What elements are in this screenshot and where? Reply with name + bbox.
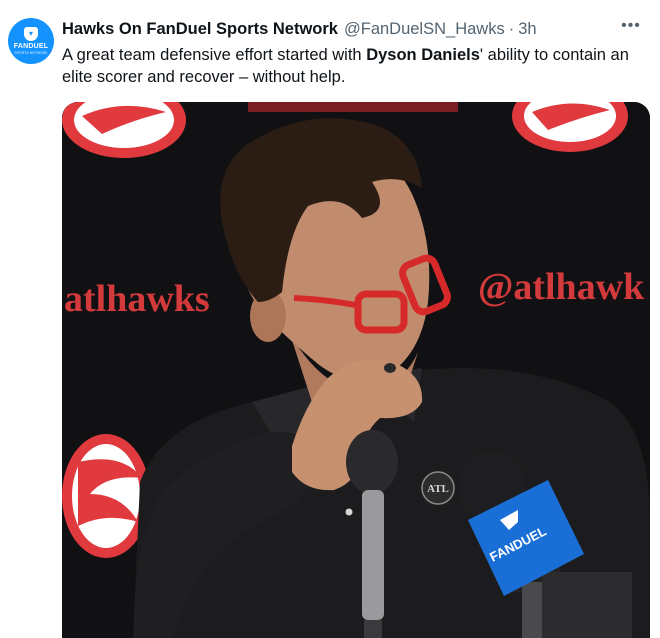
backdrop-top-strip <box>248 102 458 112</box>
tweet-text-part1: A great team defensive effort started wi… <box>62 46 367 64</box>
tweet-media[interactable]: atlhawks @atlhawk ATL FANDUEL <box>62 102 650 638</box>
tweet-card[interactable]: ▾ FANDUEL SPORTS NETWORK Hawks On FanDue… <box>0 0 660 638</box>
display-name[interactable]: Hawks On FanDuel Sports Network <box>62 20 338 39</box>
more-options-icon[interactable]: ••• <box>620 18 642 38</box>
tweet-mention-bold: Dyson Daniels <box>366 46 480 64</box>
user-handle[interactable]: @FanDuelSN_Hawks <box>344 20 505 39</box>
avatar-brand: FANDUEL <box>13 43 49 50</box>
backdrop-text-right: @atlhawk <box>478 266 645 308</box>
shirt-button <box>345 508 353 516</box>
ring <box>384 363 396 373</box>
hawks-logo-bottom-left <box>62 434 150 558</box>
timestamp[interactable]: 3h <box>518 20 536 39</box>
press-conference-image: atlhawks @atlhawk ATL FANDUEL <box>62 102 650 638</box>
shirt-patch-text: ATL <box>427 483 449 495</box>
avatar-sub: SPORTS NETWORK <box>14 51 48 55</box>
separator-dot: · <box>508 20 515 38</box>
backdrop-text-left: atlhawks <box>64 278 210 320</box>
tweet-text: A great team defensive effort started wi… <box>62 44 654 88</box>
avatar[interactable]: ▾ FANDUEL SPORTS NETWORK <box>8 18 54 64</box>
fanduel-shield-icon: ▾ <box>24 27 38 41</box>
tweet-header: Hawks On FanDuel Sports Network @FanDuel… <box>62 20 620 42</box>
